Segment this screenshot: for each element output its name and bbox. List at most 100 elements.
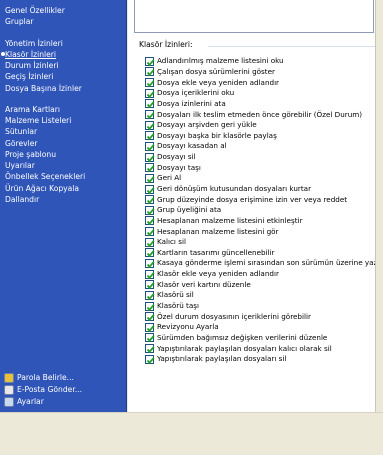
sidebar-item-7[interactable]: Dosya Başına İzinler bbox=[5, 83, 82, 94]
permission-label: Grup üyeliğini ata bbox=[157, 205, 222, 215]
permission-checkbox[interactable] bbox=[145, 344, 155, 354]
bottom-link-2[interactable]: E-Posta Gönder... bbox=[4, 384, 82, 396]
permission-row[interactable]: Klasörü taşı bbox=[145, 301, 377, 312]
sidebar-item-9[interactable]: Malzeme Listeleri bbox=[5, 115, 71, 126]
sidebar-item-8[interactable]: Arama Kartları bbox=[5, 104, 60, 115]
permission-checkbox[interactable] bbox=[145, 163, 155, 173]
permission-row[interactable]: Dosyayı sil bbox=[145, 152, 377, 163]
permission-row[interactable]: Çalışan dosya sürümlerini göster bbox=[145, 67, 377, 78]
permission-checkbox[interactable] bbox=[145, 354, 155, 364]
permission-label: Yapıştırılarak paylaşılan dosyaları kalı… bbox=[157, 343, 332, 353]
permission-checkbox[interactable] bbox=[145, 312, 155, 322]
sidebar-item-2[interactable]: Gruplar bbox=[5, 16, 34, 27]
permission-row[interactable]: Grup düzeyinde dosya erişimine izin ver … bbox=[145, 194, 377, 205]
permission-checkbox[interactable] bbox=[145, 120, 155, 130]
permission-label: Yapıştırılarak paylaşılan dosyaları sil bbox=[157, 354, 287, 364]
permission-row[interactable]: Revizyonu Ayarla bbox=[145, 322, 377, 333]
permission-checkbox[interactable] bbox=[145, 78, 155, 88]
permission-checkbox[interactable] bbox=[145, 173, 155, 184]
sidebar-item-label: Sütunlar bbox=[5, 127, 38, 136]
bottom-link-3[interactable]: Ayarlar bbox=[4, 396, 44, 408]
permission-row[interactable]: Geri dönüşüm kutusundan dosyaları kurtar bbox=[145, 184, 377, 195]
permission-checkbox[interactable] bbox=[145, 290, 155, 301]
permission-checkbox[interactable] bbox=[145, 333, 155, 343]
permission-checkbox[interactable] bbox=[145, 88, 155, 98]
permission-row[interactable]: Yapıştırılarak paylaşılan dosyaları kalı… bbox=[145, 343, 377, 354]
permission-checkbox[interactable] bbox=[145, 195, 155, 205]
permission-row[interactable]: Dosyaları ilk teslim etmeden önce görebi… bbox=[145, 109, 377, 120]
permission-checkbox[interactable] bbox=[145, 99, 155, 109]
permission-label: Dosyayı arşivden geri yükle bbox=[157, 120, 257, 130]
sidebar-item-15[interactable]: Ürün Ağacı Kopyala bbox=[5, 183, 79, 194]
permission-checkbox[interactable] bbox=[145, 322, 155, 333]
permission-label: Dosyayı taşı bbox=[157, 162, 201, 172]
permission-row[interactable]: Grup üyeliğini ata bbox=[145, 205, 377, 216]
permission-row[interactable]: Kalıcı sil bbox=[145, 237, 377, 248]
permission-checkbox[interactable] bbox=[145, 227, 155, 237]
permission-checkbox[interactable] bbox=[145, 258, 155, 269]
sidebar-item-13[interactable]: Uyarılar bbox=[5, 160, 35, 171]
check-icon bbox=[146, 80, 155, 88]
permission-row[interactable]: Özel durum dosyasının içeriklerini göreb… bbox=[145, 311, 377, 322]
permission-checkbox[interactable] bbox=[145, 269, 155, 279]
permission-row[interactable]: Yapıştırılarak paylaşılan dosyaları sil bbox=[145, 354, 377, 365]
permission-row[interactable]: Dosyayı taşı bbox=[145, 162, 377, 173]
sidebar-item-12[interactable]: Proje şablonu bbox=[5, 149, 56, 160]
permission-row[interactable]: Klasör ekle veya yeniden adlandır bbox=[145, 269, 377, 280]
permission-row[interactable]: Hesaplanan malzeme listesini gör bbox=[145, 226, 377, 237]
bottom-link-1[interactable]: Parola Belirle... bbox=[4, 372, 74, 384]
permission-row[interactable]: Klasörü sil bbox=[145, 290, 377, 301]
check-icon bbox=[146, 229, 155, 237]
permission-label: Dosyayı başka bir klasörle paylaş bbox=[157, 130, 277, 140]
sidebar-item-label: Dallandır bbox=[5, 195, 40, 204]
permission-checkbox[interactable] bbox=[145, 131, 155, 141]
permission-checkbox[interactable] bbox=[145, 301, 155, 311]
permission-checkbox[interactable] bbox=[145, 152, 155, 162]
permission-row[interactable]: Kasaya gönderme işlemi sırasından son sü… bbox=[145, 258, 383, 269]
dialog-footer bbox=[0, 412, 383, 455]
permission-row[interactable]: Dosyayı kasadan al bbox=[145, 141, 377, 152]
sidebar-item-3[interactable]: Yönetim İzinleri bbox=[5, 38, 63, 49]
permission-label: Kalıcı sil bbox=[157, 237, 186, 247]
permission-checkbox[interactable] bbox=[145, 280, 155, 290]
permission-checkbox[interactable] bbox=[145, 248, 155, 258]
permission-checkbox[interactable] bbox=[145, 141, 155, 152]
permission-checkbox[interactable] bbox=[145, 110, 155, 120]
permission-checkbox[interactable] bbox=[145, 216, 155, 226]
sidebar-item-1[interactable]: Genel Özellikler bbox=[5, 5, 65, 16]
permission-row[interactable]: Adlandırılmış malzeme listesini oku bbox=[145, 56, 377, 67]
permission-row[interactable]: Sürümden bağımsız değişken verilerini dü… bbox=[145, 333, 377, 344]
sidebar-item-label: Klasör İzinleri bbox=[5, 50, 57, 59]
check-icon bbox=[146, 197, 155, 205]
sidebar-item-16[interactable]: Dallandır bbox=[5, 194, 39, 205]
permission-checkbox[interactable] bbox=[145, 237, 155, 247]
sidebar-item-10[interactable]: Sütunlar bbox=[5, 126, 37, 137]
permission-row[interactable]: Dosya ekle veya yeniden adlandır bbox=[145, 77, 377, 88]
permission-row[interactable]: Klasör veri kartını düzenle bbox=[145, 279, 377, 290]
permission-row[interactable]: Kartların tasarımı güncellenebilir bbox=[145, 248, 377, 259]
sidebar-item-14[interactable]: Önbellek Seçenekleri bbox=[5, 171, 85, 182]
permission-checkbox[interactable] bbox=[145, 56, 155, 66]
permission-row[interactable]: Dosya içeriklerini oku bbox=[145, 88, 377, 99]
permission-row[interactable]: Dosyayı arşivden geri yükle bbox=[145, 120, 377, 131]
sidebar-item-11[interactable]: Görevler bbox=[5, 138, 38, 149]
permission-row[interactable]: Dosya izinlerini ata bbox=[145, 99, 377, 110]
permission-row[interactable]: Geri Al bbox=[145, 173, 377, 184]
check-icon bbox=[146, 325, 155, 333]
sidebar-item-label: Malzeme Listeleri bbox=[5, 116, 72, 125]
permission-label: Dosyayı kasadan al bbox=[157, 141, 227, 151]
check-icon bbox=[146, 176, 155, 184]
permission-row[interactable]: Dosyayı başka bir klasörle paylaş bbox=[145, 130, 377, 141]
sidebar-item-label: Görevler bbox=[5, 139, 38, 148]
permission-checkbox[interactable] bbox=[145, 205, 155, 215]
permission-row[interactable]: Hesaplanan malzeme listesini etkinleştir bbox=[145, 216, 377, 227]
permission-checkbox[interactable] bbox=[145, 184, 155, 194]
sidebar-item-label: Dosya Başına İzinler bbox=[5, 84, 82, 93]
permission-label: Çalışan dosya sürümlerini göster bbox=[157, 66, 275, 76]
sidebar-item-5[interactable]: Durum İzinleri bbox=[5, 60, 59, 71]
bottom-link-label: E-Posta Gönder... bbox=[17, 385, 82, 394]
sidebar-item-4[interactable]: Klasör İzinleri bbox=[1, 49, 57, 60]
sidebar-item-label: Yönetim İzinleri bbox=[5, 39, 63, 48]
sidebar-item-6[interactable]: Geçiş İzinleri bbox=[5, 71, 53, 82]
permission-checkbox[interactable] bbox=[145, 67, 155, 77]
